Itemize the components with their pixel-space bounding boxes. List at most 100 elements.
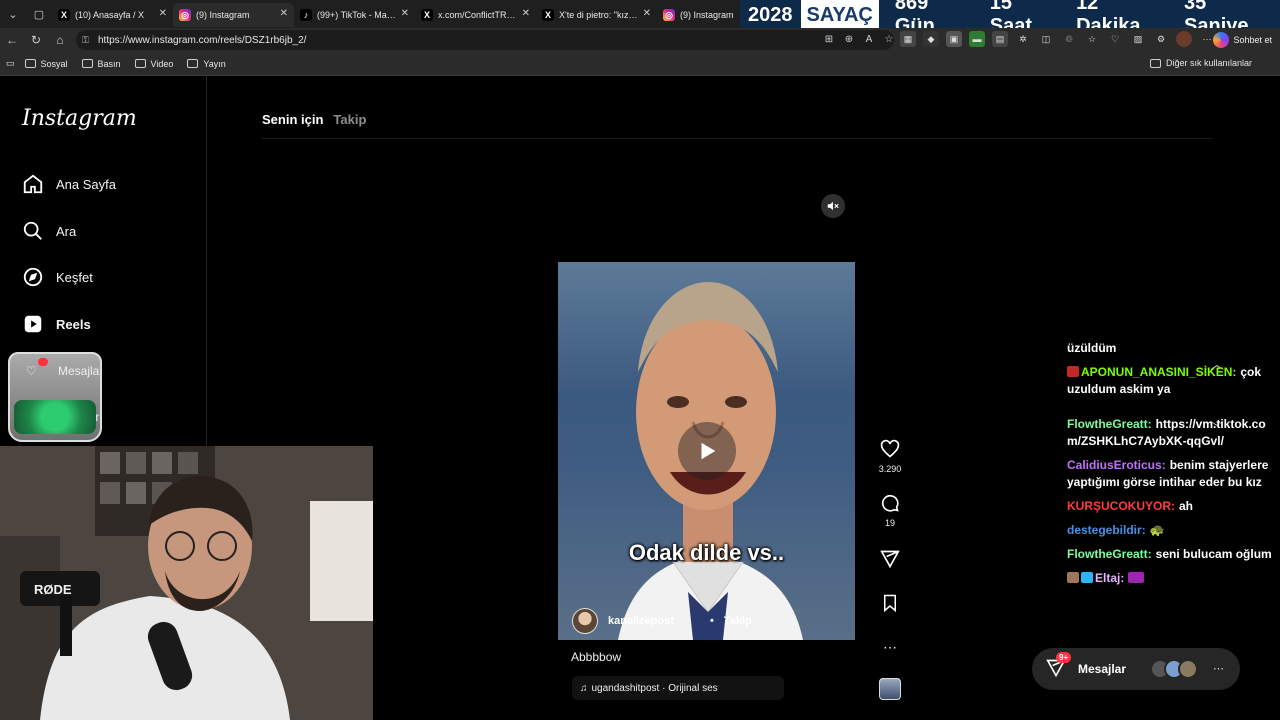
messages-bar[interactable]: 9+ Mesajlar ⋯ xyxy=(1032,648,1240,690)
feed-tabs: Senin için Takip xyxy=(262,112,366,127)
audio-cover-icon xyxy=(879,678,901,700)
chat-username: Eltaj: xyxy=(1095,571,1125,585)
bookmark-label: Diğer sık kullanılanlar xyxy=(1165,58,1252,68)
mute-toggle[interactable] xyxy=(821,194,845,218)
bookmark-folder[interactable]: Sosyal xyxy=(24,58,68,69)
close-tab-icon[interactable]: ✕ xyxy=(401,8,409,19)
tab-label: (9) Instagram xyxy=(196,10,250,20)
stream-chat-overlay: üzüldüm APONUN_ANASINI_SİKEN: çok uzuldum… xyxy=(1067,340,1277,594)
emote-icon: 🐢 xyxy=(1149,523,1165,537)
bookmark-folder[interactable]: Video xyxy=(134,59,173,69)
author-avatar[interactable] xyxy=(572,608,598,634)
home-icon[interactable]: ⌂ xyxy=(48,28,72,52)
bookmark-label: Sosyal xyxy=(40,58,68,69)
split-screen-icon[interactable]: ◫ xyxy=(1038,31,1054,47)
instagram-logo-icon: ◎ xyxy=(179,9,191,21)
play-icon xyxy=(701,442,716,460)
profile-avatar-icon[interactable] xyxy=(1176,31,1192,47)
settings-more-icon[interactable]: ⚙ xyxy=(1153,31,1169,47)
url-field[interactable]: ⚿ https://www.instagram.com/reels/DSZ1rb… xyxy=(76,30,894,50)
reel-card[interactable]: Odak dilde vs.. kanalizepost • Takip Abb… xyxy=(558,186,855,716)
bookmarks-menu-icon[interactable]: ▭ xyxy=(6,58,15,69)
browser-tab-active[interactable]: ◎ (9) Instagram ✕ xyxy=(173,3,294,27)
back-icon[interactable]: ← xyxy=(0,28,24,52)
chat-text: üzüldüm xyxy=(1067,341,1117,355)
x-logo-icon: X xyxy=(58,9,70,21)
instagram-logo-icon: ◎ xyxy=(663,9,675,21)
chat-message: Eltaj: xyxy=(1067,570,1277,587)
extension-icon[interactable]: ◆ xyxy=(923,31,939,47)
chat-username: KURŞUCOKUYOR: xyxy=(1067,499,1175,513)
browser-tab[interactable]: X (10) Anasayfa / X ✕ xyxy=(52,3,173,27)
performance-icon[interactable]: ♲ xyxy=(1061,31,1077,47)
tab-actions-menu-icon[interactable]: ⌄ xyxy=(0,0,26,28)
like-button[interactable]: 3.290 xyxy=(876,438,904,474)
extension-icon[interactable]: ▦ xyxy=(900,31,916,47)
app-available-icon[interactable]: ⊞ xyxy=(822,32,836,46)
reel-description[interactable]: Abbbbow xyxy=(571,650,621,664)
collections-icon[interactable]: ▨ xyxy=(1130,31,1146,47)
browser-essentials-icon[interactable]: ♡ xyxy=(1107,31,1123,47)
close-tab-icon[interactable]: ✕ xyxy=(159,8,167,19)
save-button[interactable] xyxy=(876,592,904,618)
favorites-icon[interactable]: ☆ xyxy=(1084,31,1100,47)
tab-following[interactable]: Takip xyxy=(333,112,366,127)
browser-tab[interactable]: ♪ (99+) TikTok - Make Yo... ✕ xyxy=(294,3,415,27)
extension-icon[interactable]: ▣ xyxy=(946,31,962,47)
reel-video[interactable]: Odak dilde vs.. kanalizepost • Takip xyxy=(558,262,855,640)
nav-item-explore[interactable]: Keşfet xyxy=(22,263,192,291)
bookmark-folder[interactable]: Basın xyxy=(81,59,121,69)
messenger-icon: ♡ xyxy=(26,364,37,378)
workspaces-icon[interactable]: ▢ xyxy=(26,0,52,28)
close-tab-icon[interactable]: ✕ xyxy=(280,8,288,19)
separator-dot: • xyxy=(710,615,714,627)
close-tab-icon[interactable]: ✕ xyxy=(643,8,651,19)
other-bookmarks-folder[interactable]: Diğer sık kullanılanlar xyxy=(1149,58,1252,68)
chat-badge-icon xyxy=(1081,572,1093,583)
search-icon xyxy=(22,220,44,242)
reel-overlay-text: Odak dilde vs.. xyxy=(628,540,785,565)
tab-label: (9) Instagram xyxy=(680,10,734,20)
nav-item-search[interactable]: Ara xyxy=(22,217,192,245)
reel-audio[interactable]: ♫ ugandashitpost · Orijinal ses xyxy=(572,676,784,700)
nav-item-label: Reels xyxy=(56,316,91,332)
more-options-button[interactable]: ⋯ xyxy=(876,636,904,662)
chat-username: APONUN_ANASINI_SİKEN: xyxy=(1081,365,1237,379)
tab-for-you[interactable]: Senin için xyxy=(262,112,323,127)
bookmark-folder[interactable]: Yayın xyxy=(187,59,226,69)
refresh-icon[interactable]: ↻ xyxy=(24,28,48,52)
play-button[interactable] xyxy=(678,422,736,480)
notification-dot xyxy=(38,358,48,366)
like-count: 3.290 xyxy=(878,464,902,474)
instagram-logo[interactable]: Instagram xyxy=(22,106,137,131)
nav-item-messages-partial: Mesajlar xyxy=(58,364,102,378)
chat-badge-icon xyxy=(1067,366,1079,377)
audio-thumbnail[interactable] xyxy=(876,678,904,704)
browser-tab[interactable]: X x.com/ConflictTR/statu... ✕ xyxy=(415,3,536,27)
browser-tab[interactable]: X X'te di pietro: "kızın av... ✕ xyxy=(536,3,657,27)
copilot-button[interactable]: Sohbet et xyxy=(1213,31,1272,49)
chat-message: FlowtheGreatt: https://vm.tiktok.com/ZSHK… xyxy=(1067,416,1277,450)
read-aloud-icon[interactable]: A xyxy=(862,32,876,46)
comment-button[interactable]: 19 xyxy=(876,492,904,528)
favorite-star-icon[interactable]: ☆ xyxy=(882,32,896,46)
extension-icon[interactable]: ▬ xyxy=(969,31,985,47)
nav-item-reels[interactable]: Reels xyxy=(22,310,192,338)
follow-button[interactable]: Takip xyxy=(724,615,752,627)
home-icon xyxy=(22,173,44,195)
zoom-icon[interactable]: ⊕ xyxy=(842,32,856,46)
share-button[interactable] xyxy=(876,548,904,574)
more-icon[interactable]: ⋯ xyxy=(1213,662,1224,675)
author-username[interactable]: kanalizepost xyxy=(608,615,674,627)
nav-item-home[interactable]: Ana Sayfa xyxy=(22,170,192,198)
extensions-puzzle-icon[interactable]: ✲ xyxy=(1015,31,1031,47)
messenger-icon: 9+ xyxy=(1046,652,1072,680)
close-tab-icon[interactable]: ✕ xyxy=(522,8,530,19)
copilot-icon xyxy=(1213,32,1230,48)
emote-icon xyxy=(1128,572,1145,583)
site-info-icon[interactable]: ⚿ xyxy=(82,35,92,45)
more-icon: ⋯ xyxy=(883,638,897,655)
extension-icon[interactable]: ▤ xyxy=(992,31,1008,47)
chat-username: FlowtheGreatt: xyxy=(1067,547,1152,561)
url-actions: ⊞ ⊕ A ☆ xyxy=(822,32,896,46)
